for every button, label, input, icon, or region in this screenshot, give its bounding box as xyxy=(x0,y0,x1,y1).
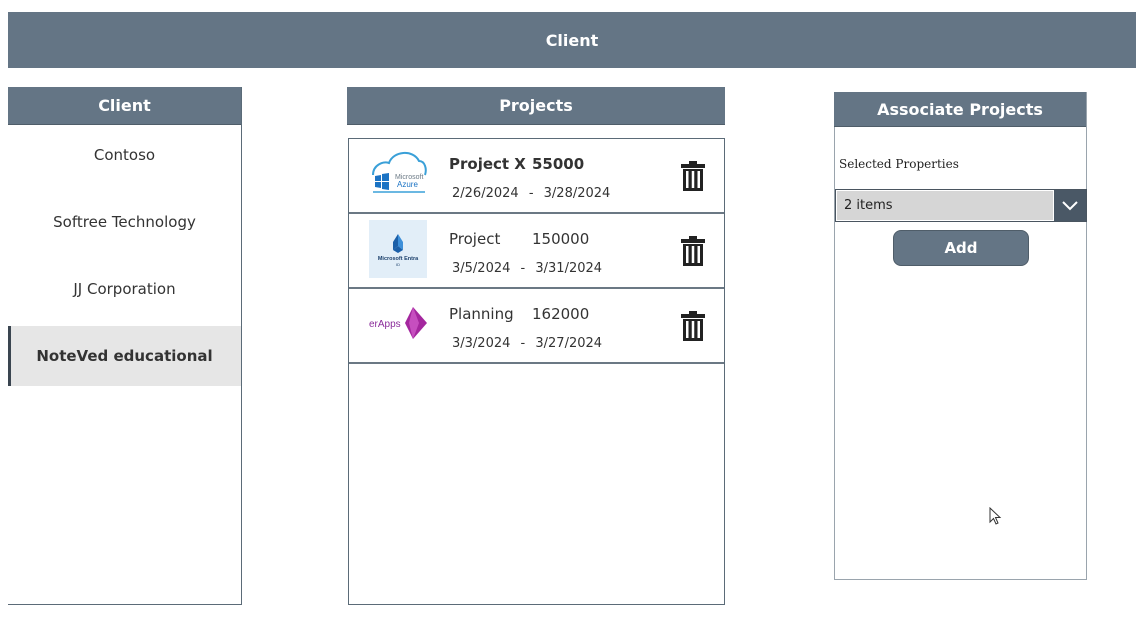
app-root: Client Client Contoso Softree Technology… xyxy=(0,0,1136,644)
project-end-date: 3/27/2024 xyxy=(535,336,603,351)
svg-text:Azure: Azure xyxy=(397,180,418,189)
client-item-label: Contoso xyxy=(93,146,156,164)
project-name: Project X xyxy=(449,155,526,173)
client-item-label: NoteVed educational xyxy=(36,347,213,365)
project-end-date: 3/28/2024 xyxy=(543,186,611,201)
chevron-down-icon[interactable] xyxy=(1054,190,1086,221)
client-item-jj-corporation[interactable]: JJ Corporation xyxy=(8,259,241,326)
client-list: Contoso Softree Technology JJ Corporatio… xyxy=(8,125,241,386)
project-amount: 55000 xyxy=(532,155,585,173)
project-dates: 3/3/2024 - 3/27/2024 xyxy=(452,336,608,351)
project-start-date: 2/26/2024 xyxy=(452,186,519,201)
svg-text:erApps: erApps xyxy=(369,319,401,330)
svg-text:ID: ID xyxy=(396,262,400,267)
client-item-label: JJ Corporation xyxy=(73,280,176,298)
client-item-label: Softree Technology xyxy=(53,213,196,231)
trash-icon[interactable] xyxy=(681,161,705,191)
power-apps-logo: erApps xyxy=(369,295,427,353)
client-item-contoso[interactable]: Contoso xyxy=(8,125,241,192)
projects-panel-header: Projects xyxy=(347,87,725,125)
associate-projects-header: Associate Projects xyxy=(834,92,1086,127)
project-name: Planning xyxy=(449,305,514,323)
selected-properties-label: Selected Properties xyxy=(839,157,959,171)
client-panel: Client Contoso Softree Technology JJ Cor… xyxy=(8,87,242,605)
project-row[interactable]: erApps Planning 162000 3/3/2024 - 3/27/2… xyxy=(349,289,724,364)
project-dates: 2/26/2024 - 3/28/2024 xyxy=(452,186,616,201)
project-amount: 150000 xyxy=(532,230,590,248)
projects-panel-title: Projects xyxy=(499,96,573,115)
date-separator: - xyxy=(520,261,526,276)
add-button[interactable]: Add xyxy=(893,230,1029,266)
date-separator: - xyxy=(528,186,534,201)
project-start-date: 3/3/2024 xyxy=(452,336,511,351)
client-item-softree-technology[interactable]: Softree Technology xyxy=(8,192,241,259)
client-item-noteved-educational[interactable]: NoteVed educational xyxy=(8,326,241,386)
date-separator: - xyxy=(520,336,526,351)
page-title: Client xyxy=(545,30,599,50)
project-amount: 162000 xyxy=(532,305,590,323)
project-end-date: 3/31/2024 xyxy=(535,261,603,276)
combobox-value[interactable]: 2 items xyxy=(836,190,1054,221)
client-panel-header: Client xyxy=(8,87,241,125)
project-dates: 3/5/2024 - 3/31/2024 xyxy=(452,261,608,276)
client-panel-title: Client xyxy=(98,96,151,115)
mouse-cursor-icon xyxy=(989,506,1003,531)
microsoft-entra-logo: Microsoft Entra ID xyxy=(369,220,427,278)
project-name: Project xyxy=(449,230,501,248)
project-start-date: 3/5/2024 xyxy=(452,261,511,276)
selected-properties-combobox[interactable]: 2 items xyxy=(835,189,1087,222)
microsoft-azure-logo: Microsoft Azure xyxy=(369,145,427,203)
trash-icon[interactable] xyxy=(681,311,705,341)
trash-icon[interactable] xyxy=(681,236,705,266)
project-row[interactable]: Microsoft Entra ID Project 150000 3/5/20… xyxy=(349,214,724,289)
projects-list: Microsoft Azure Project X 55000 2/26/202… xyxy=(348,138,725,605)
page-header: Client xyxy=(8,12,1136,68)
project-row[interactable]: Microsoft Azure Project X 55000 2/26/202… xyxy=(349,139,724,214)
associate-projects-panel: Selected Properties 2 items Add xyxy=(834,92,1087,580)
associate-projects-title: Associate Projects xyxy=(877,99,1043,119)
